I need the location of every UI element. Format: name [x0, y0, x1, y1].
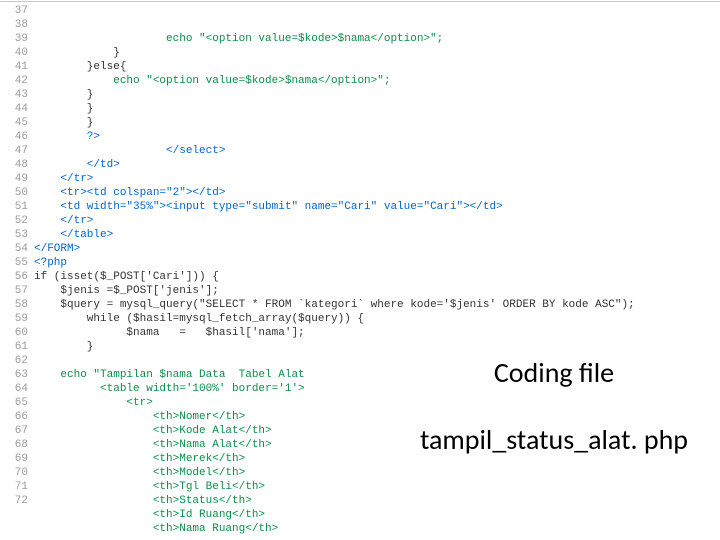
- line-number: 48: [0, 158, 28, 172]
- line-number: 62: [0, 354, 28, 368]
- code-editor: 3738394041424344454647484950515253545556…: [0, 0, 720, 540]
- code-line[interactable]: <th>Nama Ruang</th>: [34, 522, 720, 536]
- code-line[interactable]: }: [34, 46, 720, 60]
- line-number: 50: [0, 186, 28, 200]
- line-number: 67: [0, 424, 28, 438]
- line-number: 53: [0, 228, 28, 242]
- code-line[interactable]: ?>: [34, 130, 720, 144]
- code-area[interactable]: echo "<option value=$kode>$nama</option>…: [34, 0, 720, 540]
- code-line[interactable]: echo "<option value=$kode>$nama</option>…: [34, 32, 720, 46]
- line-number: 45: [0, 116, 28, 130]
- line-number: 38: [0, 18, 28, 32]
- code-line[interactable]: <?php: [34, 256, 720, 270]
- line-number: 63: [0, 368, 28, 382]
- code-line[interactable]: </tr>: [34, 172, 720, 186]
- line-number: 71: [0, 480, 28, 494]
- code-line[interactable]: <th>Kode Alat</th>: [34, 424, 720, 438]
- code-line[interactable]: $query = mysql_query("SELECT * FROM `kat…: [34, 298, 720, 312]
- line-number: 41: [0, 60, 28, 74]
- line-number: 69: [0, 452, 28, 466]
- code-line[interactable]: </td>: [34, 158, 720, 172]
- code-line[interactable]: $jenis =$_POST['jenis'];: [34, 284, 720, 298]
- line-number: 72: [0, 494, 28, 508]
- code-line[interactable]: [34, 354, 720, 368]
- code-line[interactable]: <th>Tgl Beli</th>: [34, 480, 720, 494]
- code-line[interactable]: }: [34, 102, 720, 116]
- line-number: 58: [0, 298, 28, 312]
- line-number: 56: [0, 270, 28, 284]
- line-number: 54: [0, 242, 28, 256]
- code-line[interactable]: </table>: [34, 228, 720, 242]
- code-line[interactable]: <th>Model</th>: [34, 466, 720, 480]
- line-number: 39: [0, 32, 28, 46]
- code-line[interactable]: echo "Tampilan $nama Data Tabel Alat: [34, 368, 720, 382]
- line-number: 64: [0, 382, 28, 396]
- code-line[interactable]: <td width="35%"><input type="submit" nam…: [34, 200, 720, 214]
- code-line[interactable]: <tr>: [34, 396, 720, 410]
- line-number: 46: [0, 130, 28, 144]
- code-line[interactable]: <th>Id Ruang</th>: [34, 508, 720, 522]
- line-number: 49: [0, 172, 28, 186]
- code-line[interactable]: <th>Status</th>: [34, 494, 720, 508]
- code-line[interactable]: echo "<option value=$kode>$nama</option>…: [34, 74, 720, 88]
- code-line[interactable]: <th>Nama Alat</th>: [34, 438, 720, 452]
- line-number: 59: [0, 312, 28, 326]
- code-line[interactable]: </tr>: [34, 214, 720, 228]
- code-line[interactable]: }: [34, 88, 720, 102]
- line-number: 40: [0, 46, 28, 60]
- line-number: 42: [0, 74, 28, 88]
- code-line[interactable]: </select>: [34, 144, 720, 158]
- code-line[interactable]: </FORM>: [34, 242, 720, 256]
- code-line[interactable]: if (isset($_POST['Cari'])) {: [34, 270, 720, 284]
- code-line[interactable]: }else{: [34, 60, 720, 74]
- line-number-gutter: 3738394041424344454647484950515253545556…: [0, 0, 34, 540]
- code-line[interactable]: <th>Merek</th>: [34, 452, 720, 466]
- line-number: 65: [0, 396, 28, 410]
- line-number: 44: [0, 102, 28, 116]
- line-number: 55: [0, 256, 28, 270]
- code-line[interactable]: $nama = $hasil['nama'];: [34, 326, 720, 340]
- code-line[interactable]: <table width='100%' border='1'>: [34, 382, 720, 396]
- line-number: 47: [0, 144, 28, 158]
- line-number: 51: [0, 200, 28, 214]
- line-number: 68: [0, 438, 28, 452]
- code-line[interactable]: <th>Nomer</th>: [34, 410, 720, 424]
- line-number: 37: [0, 4, 28, 18]
- line-number: 61: [0, 340, 28, 354]
- code-line[interactable]: <tr><td colspan="2"></td>: [34, 186, 720, 200]
- line-number: 60: [0, 326, 28, 340]
- line-number: 66: [0, 410, 28, 424]
- line-number: 43: [0, 88, 28, 102]
- line-number: 57: [0, 284, 28, 298]
- line-number: 70: [0, 466, 28, 480]
- code-line[interactable]: }: [34, 116, 720, 130]
- code-line[interactable]: while ($hasil=mysql_fetch_array($query))…: [34, 312, 720, 326]
- code-line[interactable]: }: [34, 340, 720, 354]
- line-number: 52: [0, 214, 28, 228]
